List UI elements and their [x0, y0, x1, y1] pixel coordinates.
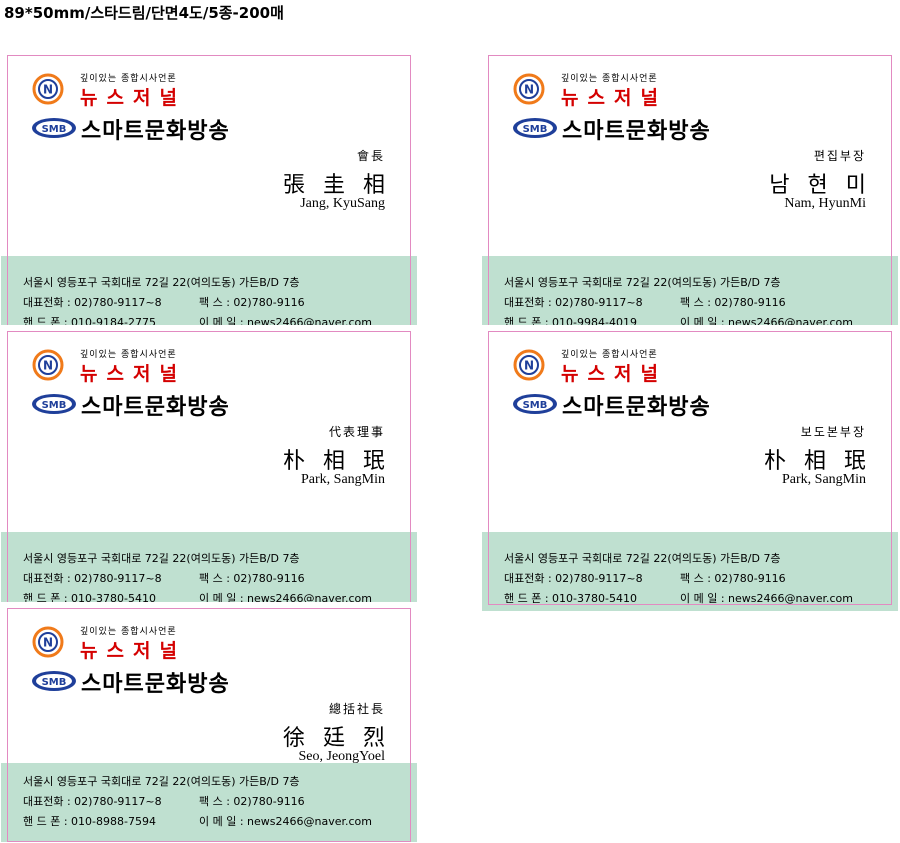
- job-title: 편집부장: [813, 149, 866, 163]
- svg-text:SMB: SMB: [42, 677, 67, 688]
- fax: 팩 스 : 02)780-9116: [680, 296, 786, 309]
- person-name: 朴相珉: [282, 449, 403, 474]
- news-emblem-icon: N: [32, 349, 64, 381]
- address: 서울시 영등포구 국회대로 72길 22(여의도동) 가든B/D 7층: [23, 276, 300, 289]
- order-spec-header: 89*50mm/스타드림/단면4도/5종-200매: [4, 4, 284, 22]
- person-name: 徐廷烈: [282, 726, 403, 751]
- news-journal-name: 뉴스저널: [80, 640, 186, 662]
- romanized-name: Park, SangMin: [301, 472, 385, 487]
- job-title: 會長: [356, 149, 385, 163]
- svg-text:N: N: [43, 636, 53, 650]
- smb-name: 스마트문화방송: [562, 395, 711, 420]
- tel: 대표전화 : 02)780-9117~8: [504, 296, 643, 309]
- business-card: N 깊이있는 종합시사언론 뉴스저널 SMB 스마트문화방송 보도본부장 朴相珉…: [482, 325, 898, 611]
- smb-logo: SMB 스마트문화방송: [31, 389, 261, 420]
- person-name: 朴相珉: [763, 449, 884, 474]
- svg-text:SMB: SMB: [42, 124, 67, 135]
- romanized-name: Jang, KyuSang: [300, 196, 385, 211]
- business-card: N 깊이있는 종합시사언론 뉴스저널 SMB 스마트문화방송 代表理事 朴相珉 …: [1, 325, 417, 611]
- fax: 팩 스 : 02)780-9116: [199, 795, 305, 808]
- email: 이 메 일 : news2466@naver.com: [199, 815, 373, 828]
- svg-text:SMB: SMB: [42, 400, 67, 411]
- news-journal-name: 뉴스저널: [80, 363, 186, 385]
- svg-text:N: N: [43, 83, 53, 97]
- news-emblem-icon: N: [513, 349, 545, 381]
- smb-badge-icon: SMB: [513, 118, 557, 138]
- job-title: 代表理事: [328, 425, 385, 439]
- job-title: 總括社長: [328, 702, 385, 716]
- smb-badge-icon: SMB: [32, 671, 76, 691]
- smb-badge-icon: SMB: [32, 394, 76, 414]
- smb-logo: SMB 스마트문화방송: [31, 113, 261, 144]
- romanized-name: Nam, HyunMi: [784, 196, 866, 211]
- smb-badge-icon: SMB: [513, 394, 557, 414]
- svg-text:N: N: [43, 359, 53, 373]
- fax: 팩 스 : 02)780-9116: [199, 572, 305, 585]
- address: 서울시 영등포구 국회대로 72길 22(여의도동) 가든B/D 7층: [504, 276, 781, 289]
- smb-name: 스마트문화방송: [562, 119, 711, 144]
- news-journal-logo: N 깊이있는 종합시사언론 뉴스저널: [32, 347, 232, 387]
- svg-text:SMB: SMB: [523, 400, 548, 411]
- fax: 팩 스 : 02)780-9116: [680, 572, 786, 585]
- svg-text:SMB: SMB: [523, 124, 548, 135]
- romanized-name: Seo, JeongYoel: [298, 749, 385, 764]
- news-journal-name: 뉴스저널: [561, 363, 667, 385]
- news-journal-name: 뉴스저널: [80, 87, 186, 109]
- address: 서울시 영등포구 국회대로 72길 22(여의도동) 가든B/D 7층: [23, 775, 300, 788]
- news-journal-logo: N 깊이있는 종합시사언론 뉴스저널: [32, 71, 232, 111]
- business-card: N 깊이있는 종합시사언론 뉴스저널 SMB 스마트문화방송 會長 張圭相 Ja…: [1, 49, 417, 335]
- tel: 대표전화 : 02)780-9117~8: [504, 572, 643, 585]
- smb-logo: SMB 스마트문화방송: [31, 666, 261, 697]
- mobile: 핸 드 폰 : 010-3780-5410: [504, 592, 637, 605]
- news-journal-name: 뉴스저널: [561, 87, 667, 109]
- news-emblem-icon: N: [513, 73, 545, 105]
- news-journal-logo: N 깊이있는 종합시사언론 뉴스저널: [32, 624, 232, 664]
- address: 서울시 영등포구 국회대로 72길 22(여의도동) 가든B/D 7층: [23, 552, 300, 565]
- news-emblem-icon: N: [32, 73, 64, 105]
- svg-text:N: N: [524, 83, 534, 97]
- address: 서울시 영등포구 국회대로 72길 22(여의도동) 가든B/D 7층: [504, 552, 781, 565]
- news-emblem-icon: N: [32, 626, 64, 658]
- job-title: 보도본부장: [800, 425, 866, 439]
- email: 이 메 일 : news2466@naver.com: [680, 592, 854, 605]
- smb-logo: SMB 스마트문화방송: [512, 113, 742, 144]
- person-name: 남현미: [769, 173, 884, 198]
- business-card: N 깊이있는 종합시사언론 뉴스저널 SMB 스마트문화방송 편집부장 남현미 …: [482, 49, 898, 335]
- news-journal-logo: N 깊이있는 종합시사언론 뉴스저널: [513, 347, 713, 387]
- news-journal-logo: N 깊이있는 종합시사언론 뉴스저널: [513, 71, 713, 111]
- smb-logo: SMB 스마트문화방송: [512, 389, 742, 420]
- smb-name: 스마트문화방송: [81, 119, 230, 144]
- smb-name: 스마트문화방송: [81, 395, 230, 420]
- smb-badge-icon: SMB: [32, 118, 76, 138]
- tel: 대표전화 : 02)780-9117~8: [23, 296, 162, 309]
- svg-text:N: N: [524, 359, 534, 373]
- tel: 대표전화 : 02)780-9117~8: [23, 572, 162, 585]
- person-name: 張圭相: [282, 173, 403, 198]
- mobile: 핸 드 폰 : 010-8988-7594: [23, 815, 156, 828]
- business-card: N 깊이있는 종합시사언론 뉴스저널 SMB 스마트문화방송 總括社長 徐廷烈 …: [1, 602, 417, 842]
- smb-name: 스마트문화방송: [81, 672, 230, 697]
- fax: 팩 스 : 02)780-9116: [199, 296, 305, 309]
- tel: 대표전화 : 02)780-9117~8: [23, 795, 162, 808]
- romanized-name: Park, SangMin: [782, 472, 866, 487]
